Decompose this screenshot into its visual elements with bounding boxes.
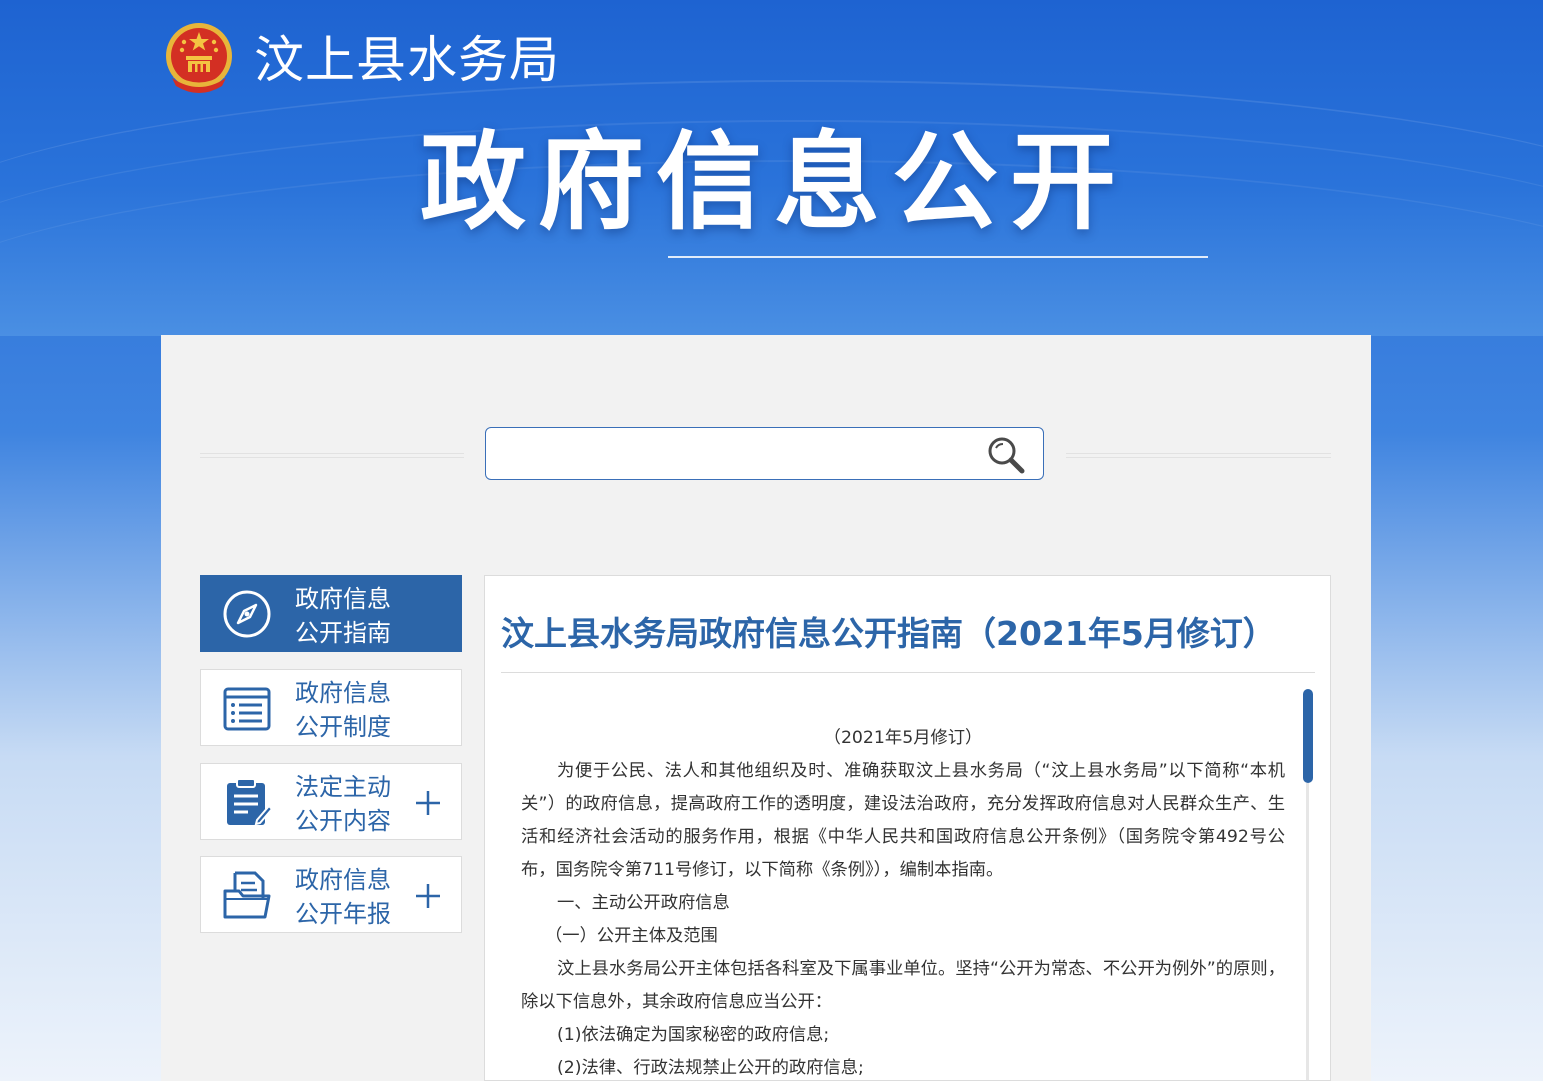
department-name: 汶上县水务局 [254, 31, 560, 89]
national-emblem-icon [166, 23, 232, 93]
sidebar-item-label: 法定主动 公开内容 [295, 773, 391, 835]
sidebar-item-disclosure-system[interactable]: 政府信息 公开制度 [200, 669, 462, 746]
clipboard-edit-icon [227, 778, 273, 826]
article-scrollbar[interactable] [1302, 689, 1313, 1080]
folder-document-icon [223, 871, 271, 919]
sidebar-item-annual-report[interactable]: 政府信息 公开年报 [200, 856, 462, 933]
article-paragraph: 为便于公民、法人和其他组织及时、准确获取汶上县水务局（“汶上县水务局”以下简称“… [521, 761, 1285, 880]
sidebar-item-label: 政府信息 公开年报 [295, 866, 391, 928]
article-section-heading: 一、主动公开政府信息 [557, 893, 730, 913]
article-subsection-heading: （一）公开主体及范围 [545, 926, 718, 946]
search-divider-right [1066, 453, 1331, 458]
article-list-item: (2)法律、行政法规禁止公开的政府信息; [557, 1058, 864, 1078]
article-list-item: (1)依法确定为国家秘密的政府信息; [557, 1025, 830, 1045]
title-underline [668, 256, 1208, 258]
article-revision-note: （2021年5月修订） [823, 728, 983, 748]
search-input[interactable] [496, 434, 970, 476]
search-divider-left [200, 453, 464, 458]
article-title: 汶上县水务局政府信息公开指南（2021年5月修订） [501, 614, 1276, 653]
plus-icon[interactable] [413, 788, 443, 818]
plus-icon[interactable] [413, 881, 443, 911]
title-divider [501, 672, 1315, 673]
sidebar-item-statutory-content[interactable]: 法定主动 公开内容 [200, 763, 462, 840]
list-document-icon [223, 687, 271, 731]
scrollbar-track[interactable] [1306, 783, 1309, 1080]
sidebar-item-label: 政府信息 公开指南 [295, 585, 391, 647]
article-paragraph: 汶上县水务局公开主体包括各科室及下属事业单位。坚持“公开为常态、不公开为例外”的… [521, 959, 1285, 1012]
article-container: 汶上县水务局政府信息公开指南（2021年5月修订） （2021年5月修订） 为便… [484, 575, 1331, 1081]
sidebar-item-label: 政府信息 公开制度 [295, 679, 391, 741]
search-icon[interactable] [984, 434, 1028, 476]
search-box [485, 427, 1044, 480]
page-title: 政府信息公开 [420, 121, 1128, 244]
header-banner: 汶上县水务局 政府信息公开 [0, 0, 1543, 336]
article-body: （2021年5月修订） 为便于公民、法人和其他组织及时、准确获取汶上县水务局（“… [521, 722, 1285, 1080]
sidebar-item-disclosure-guide[interactable]: 政府信息 公开指南 [200, 575, 462, 652]
scrollbar-thumb[interactable] [1303, 689, 1313, 783]
compass-icon [223, 590, 271, 638]
